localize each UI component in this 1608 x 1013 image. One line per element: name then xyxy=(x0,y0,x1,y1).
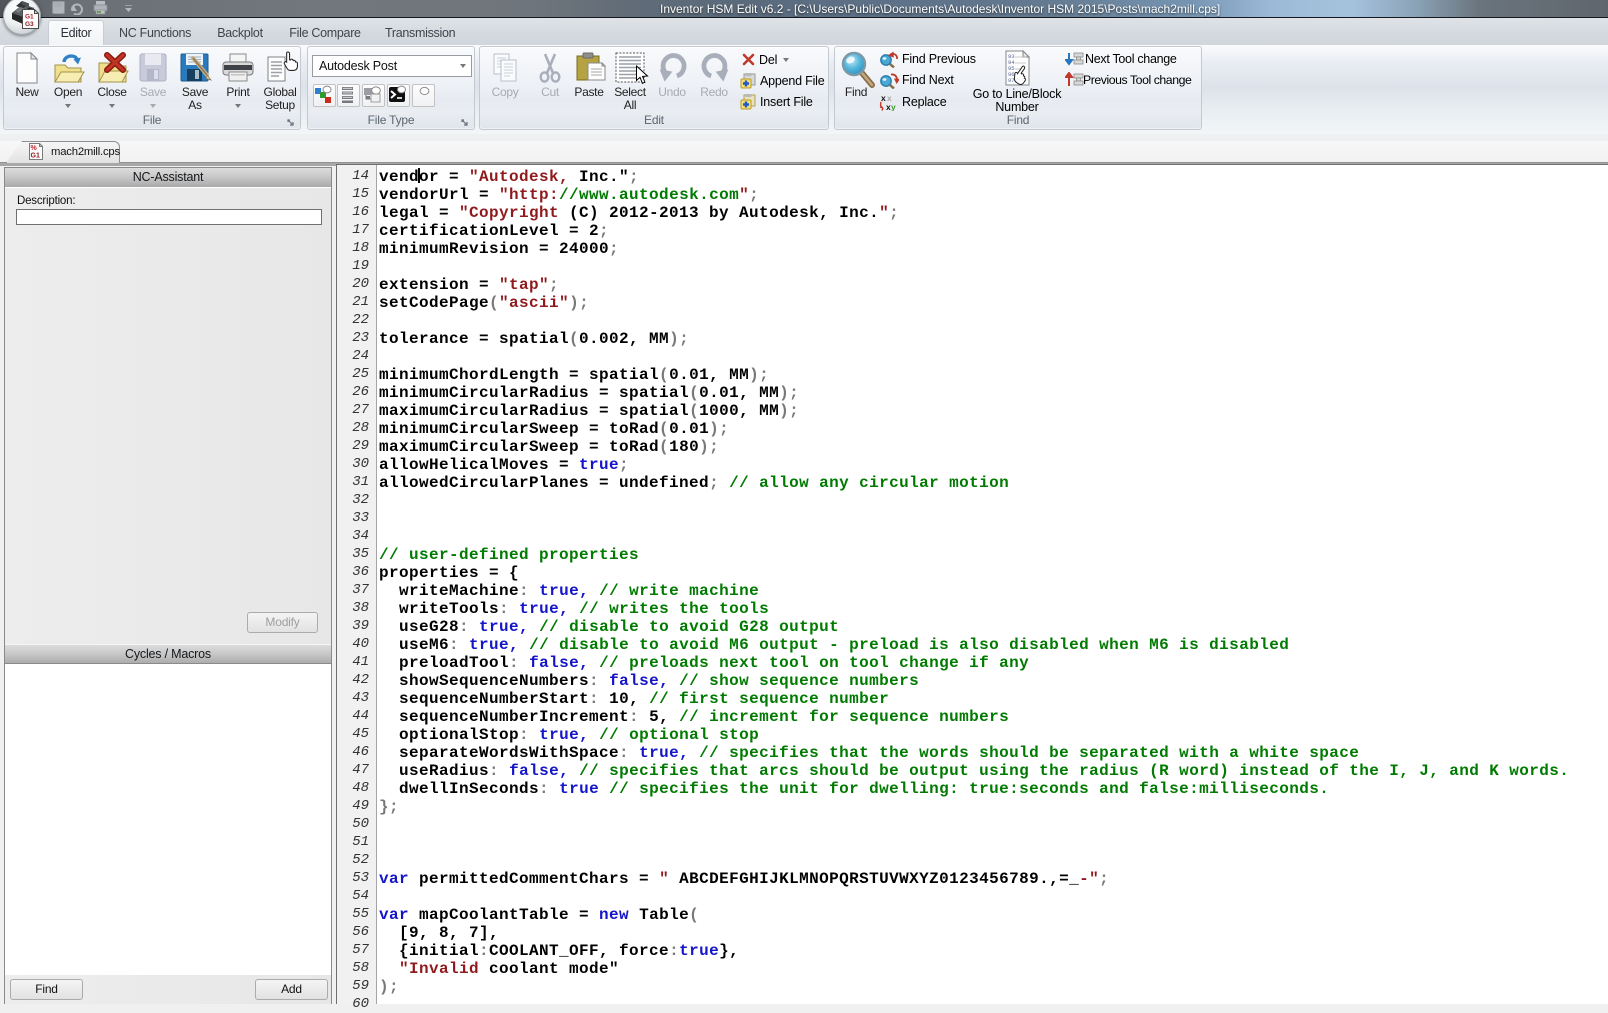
svg-text:y: y xyxy=(891,102,896,111)
svg-text:G3: G3 xyxy=(25,21,34,28)
svg-text:G1: G1 xyxy=(25,14,34,21)
svg-text:%: % xyxy=(31,145,38,152)
svg-text:G1: G1 xyxy=(31,153,40,160)
svg-text:97: 97 xyxy=(1008,77,1015,84)
